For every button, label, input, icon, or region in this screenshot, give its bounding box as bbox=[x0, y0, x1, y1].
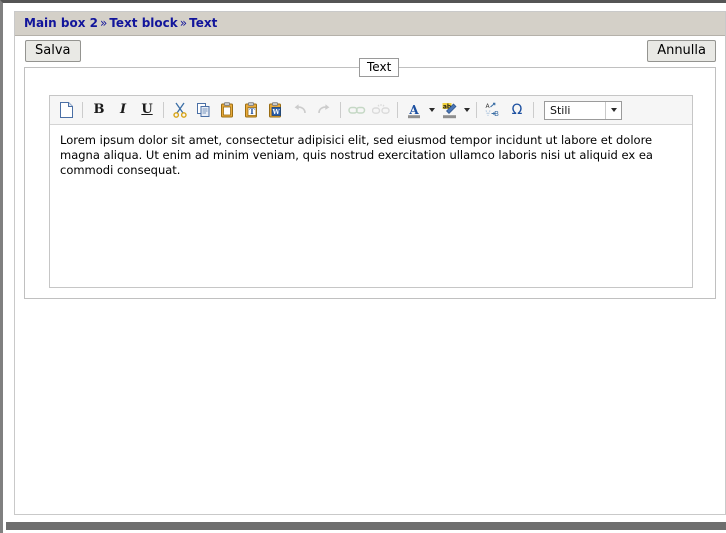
background-color-dropdown-arrow[interactable] bbox=[461, 99, 472, 121]
paste-text-glyph: T bbox=[245, 102, 257, 118]
text-fieldset-legend: Text bbox=[359, 58, 400, 77]
bg-color-glyph: ab bbox=[442, 102, 456, 118]
text-color-glyph: A bbox=[408, 103, 420, 118]
spell-check-icon[interactable]: A B bbox=[482, 99, 504, 121]
undo-glyph bbox=[294, 104, 306, 114]
unlink-glyph bbox=[372, 104, 390, 114]
paste-from-word-icon[interactable]: W bbox=[265, 99, 287, 121]
background-color-icon[interactable]: ab bbox=[438, 99, 460, 121]
breadcrumb-item-text-block[interactable]: Text block bbox=[109, 16, 177, 30]
breadcrumb-separator: » bbox=[99, 16, 108, 30]
text-color-icon[interactable]: A bbox=[403, 99, 425, 121]
italic-icon[interactable]: I bbox=[112, 99, 134, 121]
svg-text:A: A bbox=[485, 103, 490, 110]
toolbar-separator bbox=[397, 102, 398, 118]
breadcrumb-separator: » bbox=[179, 16, 188, 30]
spellcheck-glyph: A B bbox=[485, 102, 499, 118]
copy-icon[interactable] bbox=[193, 99, 215, 121]
breadcrumb-item-text[interactable]: Text bbox=[189, 16, 217, 30]
bold-icon[interactable]: B bbox=[88, 99, 110, 121]
omega-glyph: Ω bbox=[511, 102, 523, 118]
paste-word-glyph: W bbox=[269, 102, 281, 118]
bold-glyph: B bbox=[93, 102, 105, 117]
toolbar-separator bbox=[82, 102, 83, 118]
chevron-down-icon bbox=[428, 108, 435, 112]
svg-text:W: W bbox=[272, 108, 281, 116]
cancel-button[interactable]: Annulla bbox=[647, 40, 716, 62]
paste-icon[interactable] bbox=[217, 99, 239, 121]
new-page-glyph bbox=[59, 102, 73, 118]
underline-icon[interactable]: U bbox=[136, 99, 158, 121]
link-glyph bbox=[348, 106, 366, 114]
chevron-down-icon bbox=[463, 108, 470, 112]
scissors-glyph bbox=[173, 102, 187, 118]
toolbar-separator bbox=[163, 102, 164, 118]
paste-glyph bbox=[221, 102, 233, 118]
browser-page-frame: Main box 2» Text block» Text Salva Annulla… bbox=[0, 0, 726, 533]
editor-paragraph: Lorem ipsum dolor sit amet, consectetur … bbox=[60, 133, 653, 177]
styles-select[interactable]: Stili bbox=[544, 100, 622, 120]
toolbar-separator bbox=[533, 102, 534, 118]
toolbar-separator bbox=[476, 102, 477, 118]
new-page-icon[interactable] bbox=[55, 99, 77, 121]
special-character-icon[interactable]: Ω bbox=[506, 99, 528, 121]
unlink-icon[interactable] bbox=[370, 99, 392, 121]
paste-as-plain-text-icon[interactable]: T bbox=[241, 99, 263, 121]
breadcrumb-bar: Main box 2» Text block» Text bbox=[15, 12, 725, 36]
svg-text:T: T bbox=[249, 107, 255, 116]
underline-glyph: U bbox=[141, 102, 153, 117]
styles-select-value: Stili bbox=[550, 103, 571, 117]
text-fieldset: Text B I U T W A ab A B Ω Stili Lorem ip… bbox=[24, 58, 716, 299]
italic-glyph: I bbox=[119, 102, 127, 117]
editor-content-area[interactable]: Lorem ipsum dolor sit amet, consectetur … bbox=[50, 125, 692, 287]
chevron-down-icon bbox=[610, 108, 617, 112]
content-panel: Main box 2» Text block» Text Salva Annulla… bbox=[14, 11, 726, 515]
redo-glyph bbox=[318, 104, 330, 114]
cut-icon[interactable] bbox=[169, 99, 191, 121]
page-bottom-strip bbox=[6, 522, 726, 530]
rich-text-editor: B I U T W A ab A B Ω Stili Lorem ipsum d… bbox=[49, 95, 693, 288]
breadcrumb: Main box 2» Text block» Text bbox=[24, 16, 217, 30]
redo-icon[interactable] bbox=[313, 99, 335, 121]
editor-toolbar: B I U T W A ab A B Ω Stili bbox=[50, 96, 692, 125]
link-icon[interactable] bbox=[346, 99, 368, 121]
svg-text:A: A bbox=[408, 103, 419, 117]
toolbar-separator bbox=[340, 102, 341, 118]
breadcrumb-item-main-box-2[interactable]: Main box 2 bbox=[24, 16, 98, 30]
save-button[interactable]: Salva bbox=[25, 40, 81, 62]
styles-select-arrow[interactable] bbox=[605, 101, 621, 119]
copy-glyph bbox=[197, 103, 210, 117]
undo-icon[interactable] bbox=[289, 99, 311, 121]
text-color-dropdown-arrow[interactable] bbox=[426, 99, 437, 121]
